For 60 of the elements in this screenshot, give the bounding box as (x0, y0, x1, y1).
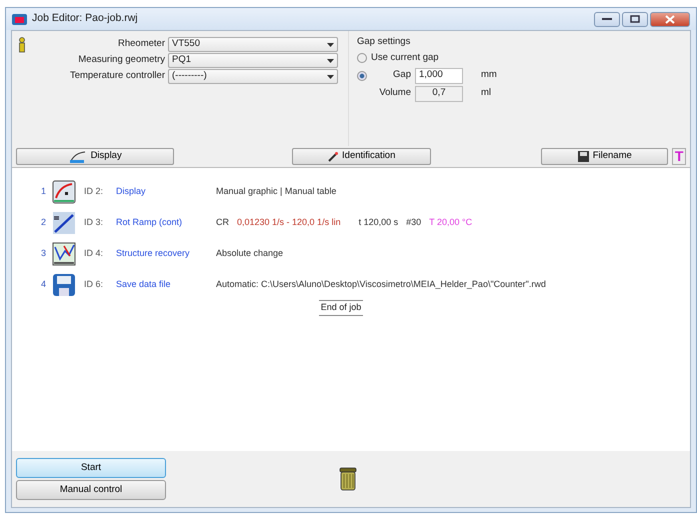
maximize-icon (630, 15, 640, 23)
trash-icon[interactable] (338, 467, 358, 491)
close-icon (665, 14, 675, 24)
dropdown[interactable]: PQ1 (168, 53, 338, 68)
step-detail: #30 (406, 216, 422, 229)
radio-button[interactable] (357, 70, 367, 80)
step-name[interactable]: Rot Ramp (cont) (116, 216, 216, 230)
step-id: ID 2: (83, 184, 104, 198)
step-number: 4 (40, 278, 47, 291)
ramp-chart-icon (52, 210, 76, 234)
unit-label: ml (481, 86, 492, 100)
dropdown-arrow-icon (327, 74, 334, 78)
step-detail: Absolute change (216, 246, 284, 260)
window-title: Job Editor: Pao-job.rwj (32, 11, 138, 26)
step-id: ID 3: (83, 216, 104, 229)
field-label: Rheometer (118, 37, 165, 52)
toolbar-button[interactable]: Filename (541, 148, 668, 165)
gap-field[interactable]: 1,000 (415, 68, 463, 84)
radio-label: Use current gap (371, 51, 439, 66)
step-name[interactable]: Structure recovery (116, 246, 216, 260)
dropdown[interactable]: VT550 (168, 37, 338, 52)
step-name[interactable]: Display (116, 184, 216, 198)
maximize-button[interactable] (622, 12, 648, 26)
step-id: ID 6: (83, 278, 104, 291)
radio-label: Gap (392, 68, 411, 82)
close-button[interactable] (650, 12, 690, 26)
pen-icon (328, 152, 338, 162)
radio-button[interactable] (357, 53, 367, 64)
step-detail: 0,01230 1/s - 120,0 1/s lin (237, 216, 341, 229)
person-icon (18, 37, 26, 53)
step-id: ID 4: (83, 246, 104, 260)
step-detail: T 20,00 °C (429, 216, 472, 229)
step-name[interactable]: Save data file (116, 278, 216, 292)
step-number: 1 (40, 184, 47, 198)
action-button[interactable]: Manual control (16, 480, 166, 500)
dropdown-arrow-icon (327, 58, 334, 62)
step-detail: Automatic: C:\Users\Aluno\Desktop\Viscosimetro\MEIA_Helder_Pao\"Counter".rwd (216, 278, 546, 291)
dropdown-arrow-icon (327, 42, 334, 46)
chart-icon (52, 180, 76, 204)
field-label: Volume (378, 86, 411, 100)
step-number: 3 (40, 246, 47, 260)
step-detail: Manual graphic | Manual table (216, 184, 336, 198)
toolbar-button[interactable]: Display (16, 148, 174, 165)
app-icon (12, 12, 27, 26)
minimize-button[interactable] (594, 12, 620, 26)
volume-field: 0,7 (415, 86, 463, 102)
minimize-icon (602, 17, 612, 21)
group-title: Gap settings (357, 35, 412, 49)
step-detail: t 120,00 s (358, 216, 398, 229)
text-button[interactable]: T (672, 148, 686, 165)
unit-label: mm (481, 68, 497, 82)
action-button[interactable]: Start (16, 458, 166, 478)
line-chart-icon (52, 242, 76, 266)
dropdown[interactable]: (---------) (168, 69, 338, 84)
field-label: Measuring geometry (78, 53, 165, 68)
field-label: Temperature controller (70, 69, 165, 84)
step-detail: CR (216, 216, 229, 229)
toolbar-button[interactable]: Identification (292, 148, 432, 165)
chart-icon (68, 150, 87, 162)
step-number: 2 (40, 216, 47, 229)
